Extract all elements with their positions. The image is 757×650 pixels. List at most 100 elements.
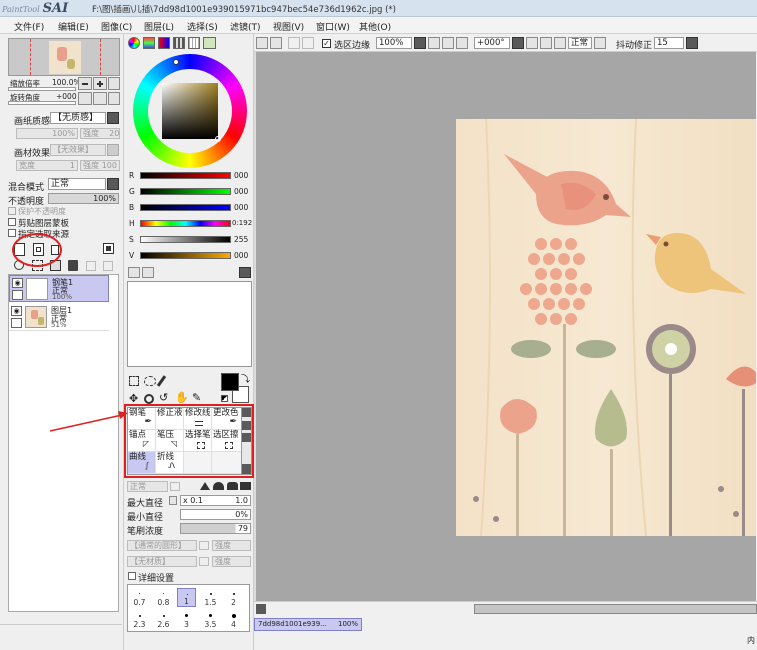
green-slider[interactable] [140,188,231,195]
menu-select[interactable]: 选择(S) [187,20,218,33]
layer-row-image[interactable]: ◉ 图层1 正常 51% [9,304,109,331]
scroll-left-button[interactable] [256,604,266,614]
size-preset[interactable]: 2 [224,588,243,607]
canvas-rotate-reset[interactable] [554,37,566,49]
clip-group-checkbox[interactable] [8,218,16,226]
menu-filter[interactable]: 滤镜(T) [230,20,261,33]
blend-mode-dropdown[interactable] [107,178,119,190]
zoom-select[interactable]: 100% [376,37,412,49]
hue-slider[interactable] [140,220,231,227]
eye-icon[interactable]: ◉ [11,306,22,316]
selection-source-checkbox[interactable] [8,229,16,237]
scroll-thumb[interactable] [474,604,757,614]
zoom-icon[interactable] [144,394,154,404]
intermediate-color-icon[interactable] [173,37,185,49]
hue-handle[interactable] [173,59,179,65]
canvas-rotate-right[interactable] [540,37,552,49]
swatch-next-button[interactable] [142,267,154,278]
brush-shape-flat-icon[interactable] [227,482,238,490]
size-preset[interactable]: 3.5 [201,610,220,629]
density-slider[interactable]: 79 [180,523,251,534]
magic-wand-icon[interactable] [156,375,167,387]
canvas-area[interactable] [256,52,756,601]
zoom-slider[interactable] [8,87,76,91]
trash-icon[interactable] [68,260,78,271]
stabilizer-dropdown[interactable] [686,37,698,49]
zoom-in-button[interactable] [93,77,107,90]
size-preset[interactable]: 2.3 [130,610,149,629]
canvas-zoom-out[interactable] [428,37,440,49]
blend-mode-select[interactable]: 正常 [48,178,106,190]
menu-view[interactable]: 视图(V) [273,20,304,33]
size-preset-selected[interactable]: 1 [177,588,196,607]
foreground-color-swatch[interactable] [221,373,239,391]
menu-image[interactable]: 图像(C) [101,20,132,33]
rect-select-icon[interactable] [129,376,139,386]
angle-select[interactable]: +000° [474,37,510,49]
lasso-icon[interactable] [144,376,156,386]
scratchpad-icon[interactable] [203,37,216,49]
swatch-prev-button[interactable] [128,267,140,278]
size-preset[interactable]: 0.8 [154,588,173,607]
redo-button[interactable] [270,37,282,49]
menu-window[interactable]: 窗口(W) [316,20,350,33]
brush-shape-square-icon[interactable] [240,482,251,490]
opacity-slider[interactable]: 100% [48,193,119,204]
layer-lock-box[interactable] [11,318,22,328]
flip-mode-select[interactable]: 正常 [568,37,592,49]
zoom-reset-button[interactable] [108,77,120,90]
rotate-reset-button[interactable] [108,92,120,105]
menu-other[interactable]: 其他(O) [359,20,391,33]
sv-square[interactable] [162,83,218,139]
sv-handle[interactable] [215,136,221,142]
angle-dropdown[interactable] [512,37,524,49]
rotate-slider[interactable] [8,101,76,105]
brush-shape-sharp-icon[interactable] [200,482,210,490]
max-size-field[interactable]: x 0.1 1.0 [180,495,251,506]
protect-alpha-checkbox[interactable] [8,207,16,215]
value-slider[interactable] [140,252,231,259]
swatch-menu-button[interactable] [239,267,251,278]
canvas-zoom-in[interactable] [442,37,454,49]
selection-edge-checkbox[interactable]: ✓ [322,39,331,48]
eyedropper-icon[interactable]: ✎ [192,392,204,404]
min-size-field[interactable]: 0% [180,509,251,520]
rotate-right-button[interactable] [93,92,107,105]
canvas-rotate-left[interactable] [526,37,538,49]
user-swatch-icon[interactable] [188,37,200,49]
hsv-slider-mode-icon[interactable] [158,37,170,49]
zoom-out-button[interactable] [78,77,92,90]
blue-slider[interactable] [140,204,231,211]
rotate-view-icon[interactable]: ↺ [159,392,171,404]
size-preset[interactable]: 1.5 [201,588,220,607]
rgb-slider-mode-icon[interactable] [143,37,155,49]
undo-button[interactable] [256,37,268,49]
size-preset[interactable]: 4 [224,610,243,629]
detail-settings-checkbox[interactable] [128,572,136,580]
hand-icon[interactable]: ✋ [175,392,189,404]
zoom-dropdown[interactable] [414,37,426,49]
paper-texture-dropdown[interactable] [107,112,119,124]
saturation-slider[interactable] [140,236,231,243]
navigator-preview[interactable] [8,38,120,76]
layer-row-pen[interactable]: ◉ 钢笔1 正常 100% [9,275,109,302]
document-tab[interactable]: 7dd98d1001e939... 100% [254,618,362,631]
size-preset[interactable]: 3 [177,610,196,629]
color-wheel[interactable] [133,54,247,168]
canvas-hscrollbar[interactable] [254,601,757,615]
size-preset[interactable]: 0.7 [130,588,149,607]
flip-button[interactable] [594,37,606,49]
menu-edit[interactable]: 编辑(E) [58,20,89,33]
rotate-left-button[interactable] [78,92,92,105]
swap-colors-icon[interactable]: ⤵ [241,372,250,385]
canvas-zoom-reset[interactable] [456,37,468,49]
red-slider[interactable] [140,172,231,179]
menu-layer[interactable]: 图层(L) [144,20,174,33]
color-swatch-area[interactable] [127,281,252,367]
menu-file[interactable]: 文件(F) [14,20,44,33]
paper-texture-select[interactable]: 【无质感】 [50,112,106,124]
max-size-toggle[interactable] [169,496,177,505]
size-preset[interactable]: 2.6 [154,610,173,629]
layer-mask-icon[interactable] [103,243,114,254]
color-wheel-mode-icon[interactable] [128,37,140,49]
